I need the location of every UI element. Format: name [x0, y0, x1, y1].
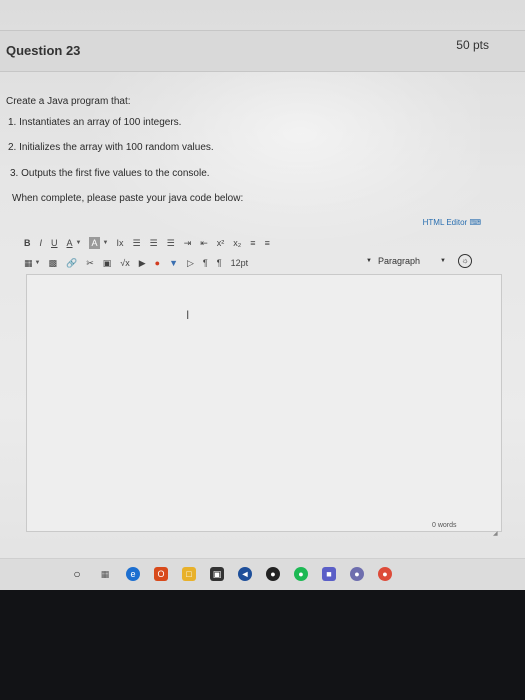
screen: Question 23 50 pts Create a Java program…	[0, 0, 525, 590]
teams-icon[interactable]: ■	[322, 567, 336, 581]
align-center-icon[interactable]: ☰	[150, 234, 158, 252]
superscript-button[interactable]: x²	[217, 234, 225, 252]
prompt-step-3: 3. Outputs the first five values to the …	[10, 168, 210, 179]
resize-handle-icon[interactable]: ◢	[493, 530, 498, 537]
text-cursor-icon: I	[186, 308, 190, 322]
monitor-bezel	[0, 590, 525, 700]
spotify-icon[interactable]: ●	[294, 567, 308, 581]
video-icon[interactable]: ▷	[187, 254, 194, 272]
prompt-step-1: 1. Instantiates an array of 100 integers…	[8, 117, 182, 128]
font-size-select[interactable]: 12pt	[231, 254, 249, 272]
clear-formatting-button[interactable]: Ix	[116, 234, 123, 252]
underline-button[interactable]: U	[51, 234, 58, 252]
task-view-icon[interactable]: ▦	[98, 567, 112, 581]
keyboard-icon: ⌨	[469, 218, 481, 227]
office-app-icon[interactable]: O	[154, 567, 168, 581]
text-color-button[interactable]: A	[67, 234, 73, 252]
app-icon[interactable]: ●	[350, 567, 364, 581]
media-player-icon[interactable]: ●	[266, 567, 280, 581]
v-dropdown-icon[interactable]: ▼	[169, 254, 178, 272]
link-icon[interactable]: 🔗	[66, 254, 77, 272]
block-format-select[interactable]: Paragraph	[378, 256, 420, 266]
background-color-button[interactable]: A	[89, 237, 100, 249]
prompt-instruction: When complete, please paste your java co…	[12, 193, 244, 204]
unlink-icon[interactable]: ✂	[86, 254, 94, 272]
search-icon[interactable]: ○	[70, 567, 84, 581]
outdent-icon[interactable]: ⇤	[200, 234, 208, 252]
table-icon[interactable]: ▦	[24, 254, 33, 272]
font-size-dropdown-icon[interactable]: ▼	[366, 258, 372, 264]
question-points: 50 pts	[456, 38, 489, 52]
subscript-button[interactable]: x₂	[233, 234, 241, 252]
taskbar: ○ ▦ e O □ ▣ ◄ ● ● ■ ● ●	[0, 558, 525, 590]
bullet-list-icon[interactable]: ≡	[250, 234, 255, 252]
chrome-icon[interactable]: ●	[378, 567, 392, 581]
media-icon[interactable]: ▶	[139, 254, 146, 272]
answer-editor[interactable]	[26, 274, 502, 532]
toolbar-row-2: ▦ ▼ ▩ 🔗 ✂ ▣ √x ▶ ● ▼ ▷ ¶ ¶ 12pt	[24, 254, 257, 272]
rtl-icon[interactable]: ¶	[217, 254, 222, 272]
file-explorer-icon[interactable]: □	[182, 567, 196, 581]
table-dropdown-icon[interactable]: ▼	[35, 260, 41, 266]
numbered-list-icon[interactable]: ≡	[265, 234, 270, 252]
equation-icon[interactable]: √x	[120, 254, 129, 272]
align-right-icon[interactable]: ☰	[167, 234, 175, 252]
embed-icon[interactable]: ▩	[48, 254, 57, 272]
office-icon[interactable]: ●	[155, 254, 160, 272]
mail-icon[interactable]: ◄	[238, 567, 252, 581]
prompt-step-2: 2. Initializes the array with 100 random…	[8, 142, 214, 153]
bold-button[interactable]: B	[24, 234, 31, 252]
store-icon[interactable]: ▣	[210, 567, 224, 581]
text-color-dropdown-icon[interactable]: ▼	[76, 240, 82, 246]
block-format-dropdown-icon[interactable]: ▼	[440, 258, 446, 264]
question-header: Question 23 50 pts	[0, 30, 525, 72]
html-editor-label: HTML Editor	[422, 218, 468, 227]
prompt-intro: Create a Java program that:	[6, 96, 131, 107]
ltr-icon[interactable]: ¶	[203, 254, 208, 272]
toolbar-row-1: B I U A ▼ A ▼ Ix ☰ ☰ ☰ ⇥ ⇤ x² x₂ ≡ ≡	[24, 234, 279, 252]
image-icon[interactable]: ▣	[103, 254, 112, 272]
background-color-dropdown-icon[interactable]: ▼	[103, 240, 109, 246]
accessibility-checker-icon[interactable]: ☼	[458, 254, 472, 268]
align-left-icon[interactable]: ☰	[132, 234, 140, 252]
indent-icon[interactable]: ⇥	[184, 234, 192, 252]
edge-icon[interactable]: e	[126, 567, 140, 581]
italic-button[interactable]: I	[40, 234, 43, 252]
question-title: Question 23	[6, 43, 81, 58]
html-editor-link[interactable]: HTML Editor ⌨	[423, 218, 481, 227]
word-count: 0 words	[432, 522, 457, 529]
